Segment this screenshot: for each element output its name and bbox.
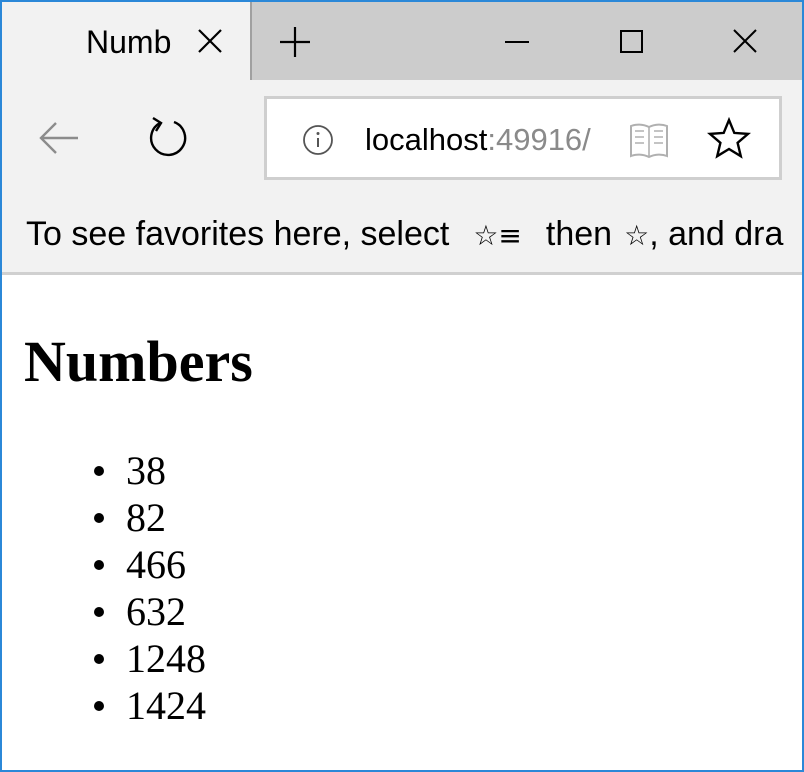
list-item: 38	[2, 447, 206, 494]
info-icon[interactable]	[302, 124, 334, 156]
favorites-hint-middle: then	[545, 215, 613, 253]
url-text[interactable]: localhost:49916/	[365, 118, 591, 162]
minimize-icon[interactable]	[494, 20, 540, 64]
favorites-bar: To see favorites here, select ☆≡ then ☆, an…	[2, 196, 802, 275]
list-item: 1424	[2, 682, 206, 729]
url-host: localhost	[365, 122, 488, 157]
star-icon: ☆	[624, 219, 650, 252]
plus-icon[interactable]	[278, 25, 312, 59]
favorites-hub-icon: ☆≡	[473, 219, 522, 252]
list-item: 1248	[2, 635, 206, 682]
window-close-icon[interactable]	[722, 20, 768, 64]
list-item: 632	[2, 588, 206, 635]
numbers-list: 38 82 466 632 1248 1424	[2, 447, 206, 729]
navigation-bar: localhost:49916/	[2, 80, 802, 196]
page-content: Numbers 38 82 466 632 1248 1424	[2, 275, 802, 770]
list-item: 466	[2, 541, 206, 588]
page-title: Numbers	[24, 329, 253, 394]
close-icon[interactable]	[194, 25, 226, 57]
back-arrow-icon[interactable]	[34, 116, 84, 160]
favorites-hint-start: To see favorites here, select	[26, 215, 450, 253]
maximize-icon[interactable]	[608, 20, 654, 64]
list-item: 82	[2, 494, 206, 541]
url-port: :49916/	[487, 122, 591, 157]
title-bar: Numbers	[2, 2, 802, 80]
favorites-hint: To see favorites here, select ☆≡ then ☆, an…	[26, 212, 802, 256]
tab-title: Numbers	[86, 24, 172, 60]
favorites-hint-end: , and dra	[649, 215, 784, 253]
address-bar[interactable]: localhost:49916/	[264, 96, 782, 180]
browser-window: Numbers	[0, 0, 804, 772]
refresh-icon[interactable]	[144, 114, 192, 162]
tab-numbers[interactable]: Numbers	[2, 2, 252, 80]
book-icon[interactable]	[629, 121, 669, 159]
star-icon[interactable]	[707, 117, 751, 161]
